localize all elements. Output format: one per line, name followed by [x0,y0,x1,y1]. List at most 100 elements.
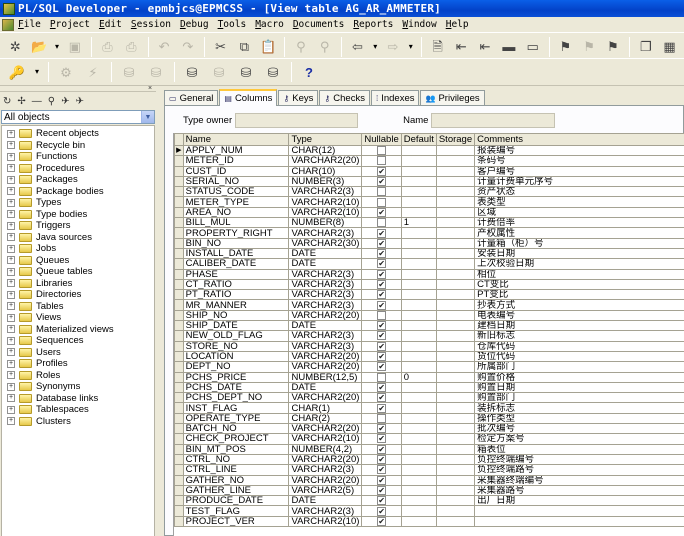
comments-cell[interactable]: 出厂日期 [474,495,684,507]
new-icon[interactable]: ✲ [6,37,25,57]
column-type-cell[interactable]: VARCHAR2(20) [288,474,363,486]
menu-session[interactable]: Session [131,19,171,30]
column-name-cell[interactable]: CTRL_NO [182,453,290,466]
debug-gear-icon[interactable]: ⚙ [55,62,77,82]
find-next-icon[interactable]: ⚲ [315,37,334,57]
tile-windows-icon[interactable]: ▦ [660,37,679,57]
expand-icon[interactable]: + [7,371,15,380]
open-icon[interactable]: 📂 [30,37,49,57]
table-row[interactable]: LOCATION VARCHAR2(20) ✔ 货位代码 [174,350,684,363]
nullable-checkbox[interactable]: ✔ [377,249,387,258]
column-name-cell[interactable]: PCHS_PRICE [182,371,290,383]
comments-cell[interactable]: 客户编号 [474,165,684,177]
storage-cell[interactable] [435,371,476,383]
nullable-checkbox[interactable]: ✔ [377,239,387,248]
column-type-cell[interactable]: VARCHAR2(3) [288,299,363,311]
menu-file[interactable]: File [18,19,41,30]
tree-item-sequences[interactable]: + Sequences [2,335,154,347]
add-icon[interactable]: ✢ [17,96,25,107]
tab-keys[interactable]: ⚷ Keys [278,90,319,105]
expand-icon[interactable]: + [7,221,15,230]
default-cell[interactable] [400,299,437,311]
tree-item-queue-tables[interactable]: + Queue tables [2,266,154,278]
column-type-cell[interactable]: VARCHAR2(3) [288,464,363,476]
redo-icon[interactable]: ↷ [178,37,197,57]
nullable-checkbox[interactable] [377,373,387,382]
column-type-cell[interactable]: VARCHAR2(20) [288,453,363,466]
storage-cell[interactable] [435,278,476,291]
column-name-cell[interactable]: PRODUCE_DATE [182,495,290,507]
column-name-cell[interactable]: METER_TYPE [182,196,290,208]
comments-cell[interactable]: 购置日期 [474,381,684,394]
table-row[interactable]: CTRL_LINE VARCHAR2(3) ✔ 负控终端路号 [174,464,684,476]
default-cell[interactable] [400,361,437,373]
bookmark-list-icon[interactable]: ⚑ [604,37,623,57]
uncomment-icon[interactable]: ▭ [523,37,542,57]
default-cell[interactable] [400,402,437,414]
expand-icon[interactable]: + [7,210,15,219]
storage-cell[interactable] [435,433,476,445]
column-name-cell[interactable]: PCHS_DATE [182,381,290,394]
tree-item-directories[interactable]: + Directories [2,289,154,301]
nullable-checkbox[interactable]: ✔ [377,342,387,351]
nullable-checkbox[interactable]: ✔ [377,465,387,474]
default-cell[interactable] [400,505,437,517]
tree-item-tables[interactable]: + Tables [2,301,154,313]
tree-item-packages[interactable]: + Packages [2,174,154,186]
nullable-checkbox[interactable]: ✔ [377,290,387,299]
table-row[interactable]: SHIP_NO VARCHAR2(20) 电表编号 [174,309,684,322]
table-row[interactable]: NEW_OLD_FLAG VARCHAR2(3) ✔ 新旧标志 [174,330,684,342]
expand-icon[interactable]: + [7,198,15,207]
type-owner-field[interactable] [235,112,359,128]
dropdown-arrow-icon[interactable]: ▾ [54,37,61,57]
storage-cell[interactable] [435,165,476,177]
table-row[interactable]: GATHER_LINE VARCHAR2(5) ✔ 采集器路号 [174,484,684,497]
default-cell[interactable] [400,381,437,394]
nullable-checkbox[interactable]: ✔ [377,270,387,279]
table-row[interactable]: CUST_ID CHAR(10) ✔ 客户编号 [174,165,684,177]
expand-icon[interactable]: + [7,382,15,391]
storage-cell[interactable] [435,350,476,363]
column-name-cell[interactable]: STORE_NO [182,340,290,352]
column-type-cell[interactable]: VARCHAR2(20) [288,155,363,167]
nullable-checkbox[interactable]: ✔ [377,506,387,516]
column-name-cell[interactable]: SHIP_NO [182,309,290,322]
comments-cell[interactable]: 仓库代码 [474,340,684,352]
cut-icon[interactable]: ✂ [211,37,230,57]
default-cell[interactable] [400,289,437,301]
column-type-cell[interactable]: DATE [288,247,363,260]
comments-cell[interactable]: 操作类型 [474,412,684,425]
column-type-cell[interactable]: VARCHAR2(30) [288,237,363,249]
table-row[interactable]: PCHS_DATE DATE ✔ 购置日期 [174,381,684,394]
storage-cell[interactable] [435,443,476,455]
column-name-cell[interactable]: PROJECT_VER [182,515,290,527]
comments-cell[interactable]: PT变比 [474,289,684,301]
nullable-checkbox[interactable]: ✔ [377,208,387,217]
menu-macro[interactable]: Macro [255,19,284,30]
print-preview-icon[interactable]: ⎙ [122,37,141,57]
column-type-cell[interactable]: NUMBER(8) [288,217,363,229]
comment-icon[interactable]: ▬ [500,37,519,57]
table-row[interactable]: CALIBER_DATE DATE ✔ 上次校验日期 [174,258,684,270]
column-name-cell[interactable]: SHIP_DATE [182,320,290,332]
tree-item-database-links[interactable]: + Database links [2,393,154,405]
expand-icon[interactable]: + [7,302,15,311]
header-type[interactable]: Type [288,133,363,146]
default-cell[interactable] [400,484,437,497]
expand-icon[interactable]: + [7,394,15,403]
table-row[interactable]: BILL_MUL NUMBER(8) 1 计费倍率 [174,217,684,229]
storage-cell[interactable] [435,392,476,404]
column-type-cell[interactable]: VARCHAR2(20) [288,350,363,363]
column-name-cell[interactable]: AREA_NO [182,206,290,219]
storage-cell[interactable] [435,237,476,249]
nullable-checkbox[interactable]: ✔ [377,517,387,526]
column-type-cell[interactable]: VARCHAR2(3) [288,330,363,342]
storage-cell[interactable] [435,402,476,414]
comments-cell[interactable]: 电表编号 [474,309,684,322]
paste-icon[interactable]: 📋 [259,37,278,57]
storage-cell[interactable] [435,464,476,476]
nullable-checkbox[interactable]: ✔ [377,321,387,330]
indent-icon[interactable]: ⇤ [452,37,471,57]
column-name-cell[interactable]: BIN_NO [182,237,290,249]
default-cell[interactable] [400,474,437,486]
